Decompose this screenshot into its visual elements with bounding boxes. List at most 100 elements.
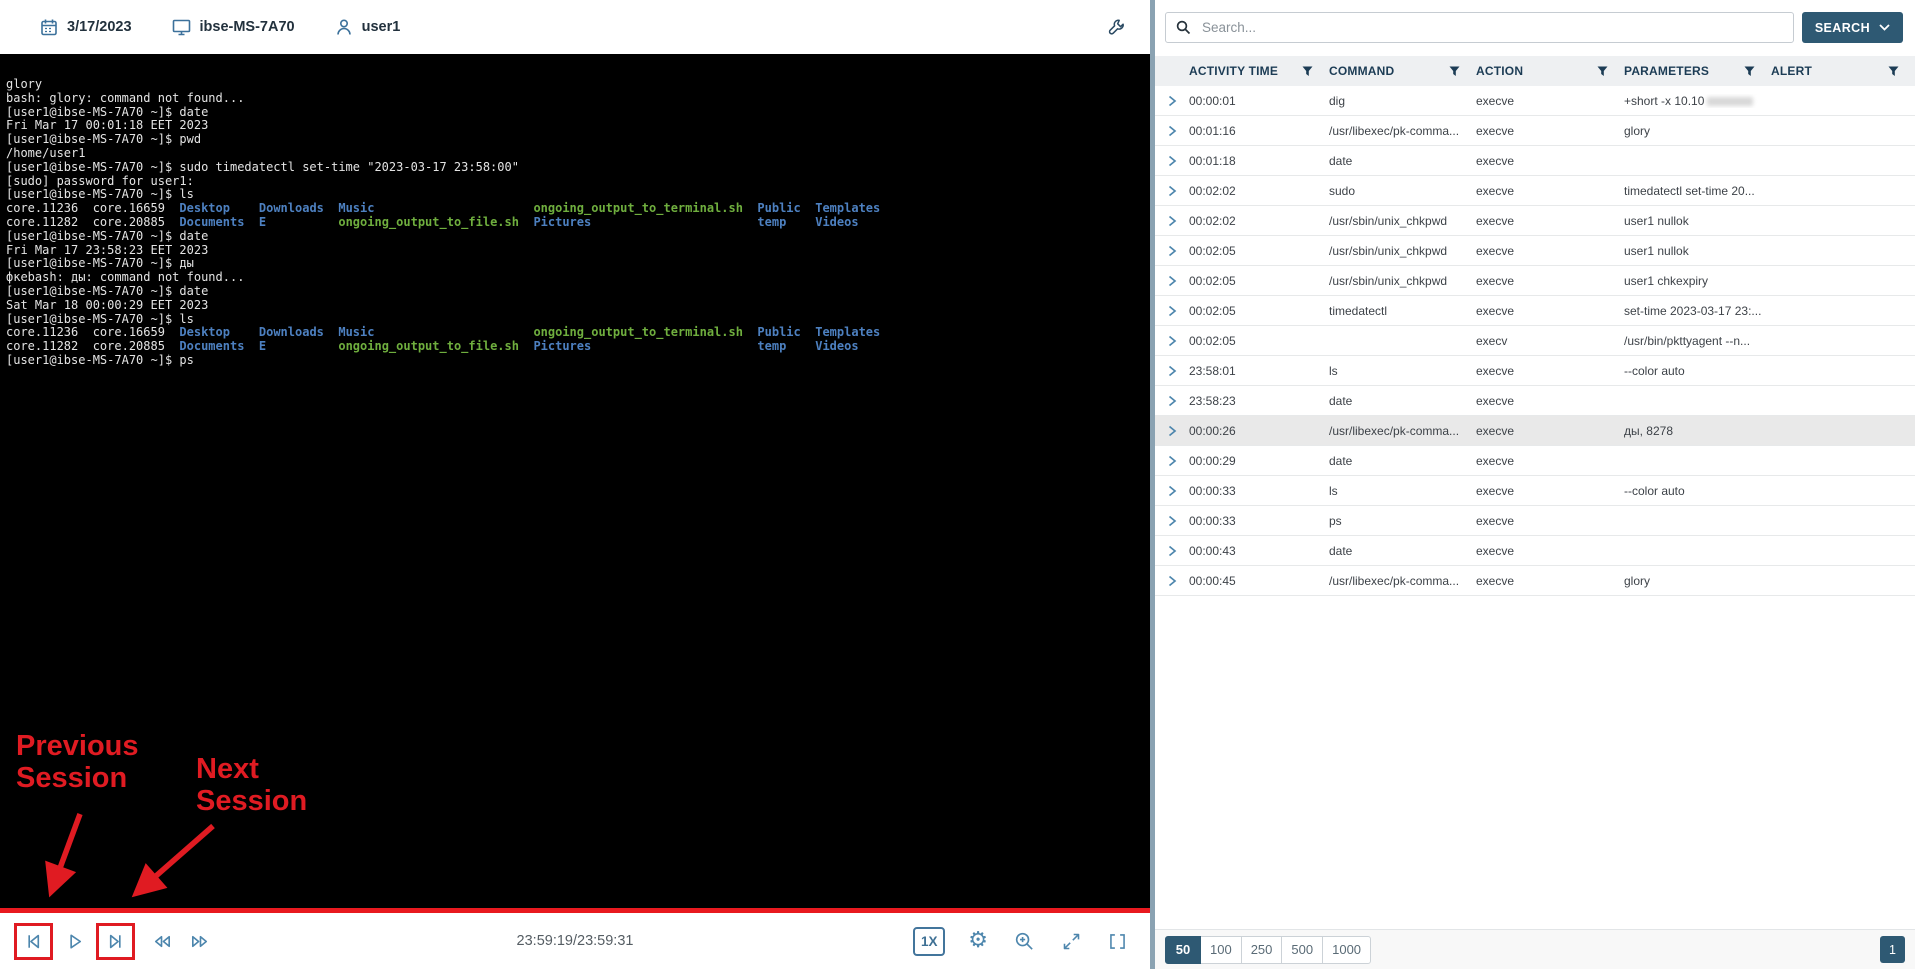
rewind-button[interactable] [147, 928, 177, 955]
row-expand-chevron-icon[interactable] [1155, 515, 1189, 527]
tools-wrench-button[interactable] [1105, 16, 1128, 39]
cell-action: execve [1476, 424, 1624, 438]
table-row[interactable]: 00:00:26/usr/libexec/pk-comma...execveды… [1155, 416, 1915, 446]
annotation-next-session: Next Session [196, 753, 336, 818]
user-item: user1 [335, 18, 401, 36]
row-expand-chevron-icon[interactable] [1155, 575, 1189, 587]
table-row[interactable]: 00:02:05timedatectlexecveset-time 2023-0… [1155, 296, 1915, 326]
row-expand-chevron-icon[interactable] [1155, 125, 1189, 137]
cell-activity-time: 00:01:16 [1189, 124, 1329, 138]
column-label: ACTION [1476, 64, 1523, 78]
column-header-alert[interactable]: ALERT [1771, 56, 1915, 86]
expand-button[interactable] [1059, 929, 1084, 954]
terminal-line: [user1@ibse-MS-7A70 ~]$ ls [6, 313, 1150, 327]
zoom-in-button[interactable] [1011, 928, 1038, 955]
search-input[interactable] [1200, 19, 1783, 36]
annotation-previous-session: Previous Session [16, 730, 196, 795]
column-header-command[interactable]: COMMAND [1329, 56, 1476, 86]
table-row[interactable]: 00:02:02sudoexecvetimedatectl set-time 2… [1155, 176, 1915, 206]
playback-speed-button[interactable]: 1X [913, 927, 945, 956]
cell-activity-time: 00:01:18 [1189, 154, 1329, 168]
cell-command: dig [1329, 94, 1476, 108]
row-expand-chevron-icon[interactable] [1155, 185, 1189, 197]
row-expand-chevron-icon[interactable] [1155, 485, 1189, 497]
column-label: COMMAND [1329, 64, 1394, 78]
session-date: 3/17/2023 [67, 19, 132, 35]
cell-action: execve [1476, 544, 1624, 558]
page-size-50-button[interactable]: 50 [1165, 936, 1201, 964]
cell-action: execve [1476, 184, 1624, 198]
table-row[interactable]: 00:02:02/usr/sbin/unix_chkpwdexecveuser1… [1155, 206, 1915, 236]
row-expand-chevron-icon[interactable] [1155, 245, 1189, 257]
cell-action: execve [1476, 214, 1624, 228]
cell-activity-time: 00:02:05 [1189, 334, 1329, 348]
command-log-pane: SEARCH ACTIVITY TIMECOMMAND ACTION PARAMET… [1155, 0, 1915, 969]
row-expand-chevron-icon[interactable] [1155, 275, 1189, 287]
filter-funnel-icon[interactable] [1449, 66, 1460, 77]
search-box [1165, 12, 1794, 43]
table-row[interactable]: 00:00:29dateexecve [1155, 446, 1915, 476]
row-expand-chevron-icon[interactable] [1155, 395, 1189, 407]
search-icon [1176, 20, 1191, 35]
page-number-badge[interactable]: 1 [1880, 936, 1905, 963]
table-row[interactable]: 00:02:05/usr/sbin/unix_chkpwdexecveuser1… [1155, 236, 1915, 266]
row-expand-chevron-icon[interactable] [1155, 215, 1189, 227]
cell-command: ls [1329, 484, 1476, 498]
cell-activity-time: 00:00:29 [1189, 454, 1329, 468]
column-header-action[interactable]: ACTION [1476, 56, 1624, 86]
page-size-250-button[interactable]: 250 [1241, 936, 1283, 964]
computer-item: ibse-MS-7A70 [172, 18, 295, 36]
cell-parameters: ды, 8278 [1624, 424, 1771, 438]
table-row[interactable]: 23:58:23dateexecve [1155, 386, 1915, 416]
table-row[interactable]: 23:58:01lsexecve--color auto [1155, 356, 1915, 386]
table-row[interactable]: 00:00:45/usr/libexec/pk-comma...execvegl… [1155, 566, 1915, 596]
filter-funnel-icon[interactable] [1597, 66, 1608, 77]
play-button[interactable] [61, 928, 88, 955]
row-expand-chevron-icon[interactable] [1155, 95, 1189, 107]
fast-forward-button[interactable] [185, 928, 215, 955]
filter-funnel-icon[interactable] [1302, 66, 1313, 77]
cell-parameters: user1 nullok [1624, 244, 1771, 258]
page-size-1000-button[interactable]: 1000 [1322, 936, 1371, 964]
terminal-line: [user1@ibse-MS-7A70 ~]$ sudo timedatectl… [6, 161, 1150, 175]
table-row[interactable]: 00:01:16/usr/libexec/pk-comma...execvegl… [1155, 116, 1915, 146]
table-row[interactable]: 00:00:01digexecve+short -x 10.10 [1155, 86, 1915, 116]
row-expand-chevron-icon[interactable] [1155, 335, 1189, 347]
row-expand-chevron-icon[interactable] [1155, 545, 1189, 557]
cell-activity-time: 00:00:45 [1189, 574, 1329, 588]
previous-session-button[interactable] [20, 928, 47, 955]
row-expand-chevron-icon[interactable] [1155, 425, 1189, 437]
page-size-500-button[interactable]: 500 [1281, 936, 1323, 964]
terminal-line: Sat Mar 18 00:00:29 EET 2023 [6, 299, 1150, 313]
page-size-100-button[interactable]: 100 [1200, 936, 1242, 964]
terminal-line: [user1@ibse-MS-7A70 ~]$ ps [6, 354, 1150, 368]
cell-action: execve [1476, 574, 1624, 588]
terminal-line: glory [6, 78, 1150, 92]
next-session-button[interactable] [102, 928, 129, 955]
wrench-icon [1107, 18, 1126, 37]
table-row[interactable]: 00:01:18dateexecve [1155, 146, 1915, 176]
terminal-line: core.11236 core.16659 Desktop Downloads … [6, 326, 1150, 340]
cell-parameters: user1 nullok [1624, 214, 1771, 228]
column-header-parameters[interactable]: PARAMETERS [1624, 56, 1771, 86]
user-icon [335, 18, 353, 36]
row-expand-chevron-icon[interactable] [1155, 155, 1189, 167]
filter-funnel-icon[interactable] [1744, 66, 1755, 77]
table-row[interactable]: 00:00:33psexecve [1155, 506, 1915, 536]
fullscreen-icon [1107, 931, 1128, 952]
search-button[interactable]: SEARCH [1802, 12, 1903, 43]
table-row[interactable]: 00:02:05execv/usr/bin/pkttyagent --n... [1155, 326, 1915, 356]
filter-funnel-icon[interactable] [1888, 66, 1899, 77]
row-expand-chevron-icon[interactable] [1155, 365, 1189, 377]
table-row[interactable]: 00:00:43dateexecve [1155, 536, 1915, 566]
fullscreen-button[interactable] [1105, 929, 1130, 954]
cell-activity-time: 00:02:05 [1189, 274, 1329, 288]
row-expand-chevron-icon[interactable] [1155, 455, 1189, 467]
table-row[interactable]: 00:02:05/usr/sbin/unix_chkpwdexecveuser1… [1155, 266, 1915, 296]
player-settings-button[interactable]: ⚙ [966, 928, 990, 954]
cell-activity-time: 00:02:02 [1189, 184, 1329, 198]
cell-command: timedatectl [1329, 304, 1476, 318]
column-header-activity-time[interactable]: ACTIVITY TIME [1189, 56, 1329, 86]
table-row[interactable]: 00:00:33lsexecve--color auto [1155, 476, 1915, 506]
row-expand-chevron-icon[interactable] [1155, 305, 1189, 317]
